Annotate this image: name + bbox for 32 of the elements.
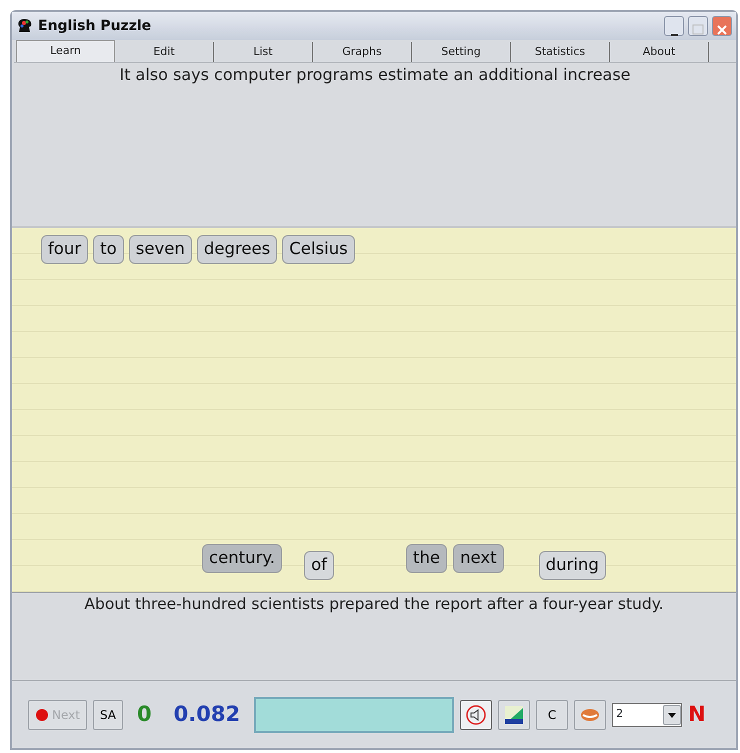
lips-button[interactable] (574, 700, 606, 730)
word-tile[interactable]: during (538, 551, 606, 580)
dropdown-button[interactable] (663, 704, 682, 724)
word-tile[interactable]: seven (128, 235, 192, 264)
word-tile[interactable]: next (453, 544, 504, 573)
word-tile[interactable]: the (406, 544, 448, 573)
sa-button[interactable]: SA (92, 700, 124, 730)
minimize-button[interactable] (664, 16, 684, 36)
dot-icon (35, 708, 49, 722)
answer-field[interactable] (254, 696, 454, 732)
mode-indicator: N (688, 700, 706, 728)
word-tile[interactable]: to (93, 235, 124, 264)
word-tile[interactable]: degrees (196, 235, 278, 264)
word-tile[interactable]: of (304, 551, 334, 580)
picture-button[interactable] (498, 700, 530, 730)
window-title: English Puzzle (38, 16, 152, 36)
speaker-button[interactable] (460, 700, 492, 730)
select-value: 2 (616, 706, 624, 722)
word-tile[interactable]: Celsius (282, 235, 355, 264)
score: 0 (137, 700, 152, 728)
app-logo-icon (16, 18, 34, 34)
c-button[interactable]: C (536, 700, 568, 730)
level-select[interactable]: 2 (612, 702, 682, 726)
word-tile[interactable]: four (41, 235, 88, 264)
speaker-icon (465, 704, 488, 726)
close-button[interactable] (712, 16, 732, 36)
tab[interactable]: Learn (16, 40, 115, 62)
word-tile[interactable]: century. (202, 544, 282, 573)
picture-icon (503, 704, 526, 726)
caret-icon (667, 710, 678, 718)
minimize-icon (670, 34, 678, 36)
timer: 0.082 (174, 700, 240, 728)
